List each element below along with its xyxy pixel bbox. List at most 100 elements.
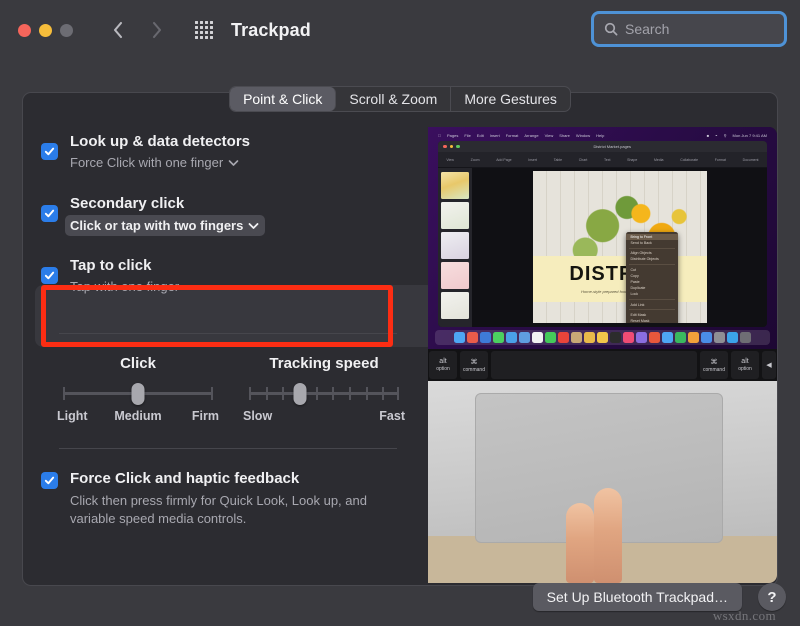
slider-tick — [265, 387, 268, 400]
minimize-button[interactable] — [39, 23, 52, 37]
slider-label-slow: Slow — [243, 409, 273, 423]
force-click-text: Force Click and haptic feedback Click th… — [70, 468, 370, 528]
tab-scroll-and-zoom[interactable]: Scroll & Zoom — [336, 87, 452, 111]
slider-click[interactable] — [63, 382, 213, 405]
context-menu-item: Lock — [630, 292, 639, 297]
chevron-down-icon — [248, 222, 259, 230]
page-title: Trackpad — [231, 19, 311, 40]
key-space — [491, 351, 697, 379]
checkbox-secondary-click[interactable] — [41, 205, 58, 222]
tab-bar: Point & Click Scroll & Zoom More Gesture… — [0, 86, 800, 112]
key-command-right: ⌘ command — [700, 351, 728, 379]
demo-pages-window: District Market.pages View Zoom Add Page… — [438, 141, 767, 327]
slider-tick — [332, 387, 335, 400]
key-option-left: alt option — [429, 351, 457, 379]
dropdown-value: Force Click with one finger — [70, 155, 224, 170]
close-button[interactable] — [18, 23, 31, 37]
option-look-up-and-data-detectors[interactable]: Look up & data detectors Force Click wit… — [23, 131, 250, 172]
demo-context-menu: Bring to Front Send to Back Align Object… — [626, 231, 679, 323]
zoom-button[interactable] — [60, 23, 73, 37]
slider-group-click: Click Light Medium Firm — [57, 355, 219, 427]
slider-tick — [315, 387, 318, 400]
key-glyph: alt — [741, 358, 749, 365]
dock-icon-safari — [480, 332, 491, 343]
wifi-icon: ◓ — [715, 133, 718, 138]
tab-more-gestures[interactable]: More Gestures — [451, 87, 570, 111]
back-arrow-icon[interactable] — [109, 19, 127, 41]
context-menu-separator — [629, 264, 676, 266]
forward-arrow-icon[interactable] — [147, 19, 165, 41]
dock-icon-appletv — [610, 332, 621, 343]
key-command-left: ⌘ command — [460, 351, 488, 379]
toolbar-item: Insert — [528, 157, 538, 162]
search-input[interactable] — [625, 21, 800, 37]
search-icon — [604, 22, 618, 36]
page-thumbnail — [441, 262, 469, 289]
zoom-button — [456, 144, 460, 149]
toolbar-item: Table — [553, 157, 563, 162]
toolbar-item: Document — [742, 157, 759, 162]
dock-icon-reminders — [584, 332, 595, 343]
tab-point-and-click[interactable]: Point & Click — [230, 87, 337, 111]
tab-group: Point & Click Scroll & Zoom More Gesture… — [229, 86, 571, 112]
slider-click-labels: Light Medium Firm — [57, 409, 219, 427]
navigation-controls — [109, 19, 165, 41]
toolbar-item: Media — [653, 157, 664, 162]
checkbox-force-click[interactable] — [41, 472, 58, 489]
page-thumbnail — [441, 292, 469, 319]
slider-track — [249, 392, 399, 395]
slider-tracking-labels: Slow Fast — [243, 409, 405, 427]
slider-label-click: Click — [120, 355, 156, 372]
toolbar-item: Format — [714, 157, 726, 162]
dock-icon-news — [649, 332, 660, 343]
dock-icon-appstore — [662, 332, 673, 343]
option-secondary-click[interactable]: Secondary click Click or tap with two fi… — [23, 193, 266, 236]
dock-icon-podcasts — [636, 332, 647, 343]
dock-icon-finder — [454, 332, 465, 343]
context-menu-item: Reset Mask — [630, 318, 650, 323]
option-text: Secondary click Click or tap with two fi… — [65, 193, 266, 236]
demo-canvas: DISTRICT Home-style prepared foods for y… — [472, 168, 767, 327]
slider-tick — [348, 387, 351, 400]
slider-knob-tracking-speed[interactable] — [293, 383, 307, 405]
option-force-click[interactable]: Force Click and haptic feedback Click th… — [41, 468, 370, 528]
context-menu-item: Send to Back — [630, 241, 652, 246]
dock-icon-calendar — [558, 332, 569, 343]
menubar-item: Window — [572, 133, 590, 138]
checkbox-look-up[interactable] — [41, 143, 58, 160]
key-arrow-left: ◀ — [762, 351, 776, 379]
page-thumbnail — [441, 202, 469, 229]
page-thumbnail — [441, 232, 469, 259]
search-field[interactable] — [591, 11, 800, 47]
menubar-item: Edit — [473, 133, 484, 138]
checkbox-tap-to-click[interactable] — [41, 267, 58, 284]
dock-icon-keynote — [688, 332, 699, 343]
slider-tick — [282, 387, 285, 400]
menubar-item: Format — [502, 133, 519, 138]
grid-dots — [195, 21, 213, 39]
demo-keyboard-row: alt option ⌘ command ⌘ command alt optio… — [428, 349, 777, 381]
force-click-description: Click then press firmly for Quick Look, … — [70, 493, 367, 526]
slider-knob-click[interactable] — [131, 383, 145, 405]
demo-toolbar: View Zoom Add Page Insert Table Chart Te… — [438, 152, 767, 168]
gesture-demo-video:  Pages File Edit Insert Format Arrange … — [428, 127, 777, 583]
dropdown-secondary-click[interactable]: Click or tap with two fingers — [65, 215, 266, 236]
dock-icon-maps — [519, 332, 530, 343]
toolbar-item: Add Page — [496, 157, 512, 162]
dock-icon-contacts — [571, 332, 582, 343]
help-button[interactable]: ? — [758, 583, 786, 611]
show-all-icon[interactable] — [193, 20, 215, 40]
menubar-item: Pages — [444, 133, 458, 138]
key-label: command — [463, 366, 485, 373]
chevron-down-icon — [228, 159, 239, 167]
menubar-clock: Mon Jun 7 9:41 AM — [732, 133, 767, 138]
spotlight-icon: ⚲ — [723, 133, 727, 138]
dropdown-look-up[interactable]: Force Click with one finger — [70, 153, 239, 172]
context-menu-item: Add Link — [630, 302, 645, 307]
force-click-title: Force Click and haptic feedback — [70, 470, 300, 487]
key-option-right: alt option — [731, 351, 759, 379]
option-tap-to-click[interactable]: Tap to click Tap with one finger — [23, 255, 179, 296]
slider-tracking-speed[interactable] — [249, 382, 399, 405]
set-up-bluetooth-trackpad-button[interactable]: Set Up Bluetooth Trackpad… — [532, 583, 742, 611]
option-text: Look up & data detectors Force Click wit… — [70, 131, 250, 172]
